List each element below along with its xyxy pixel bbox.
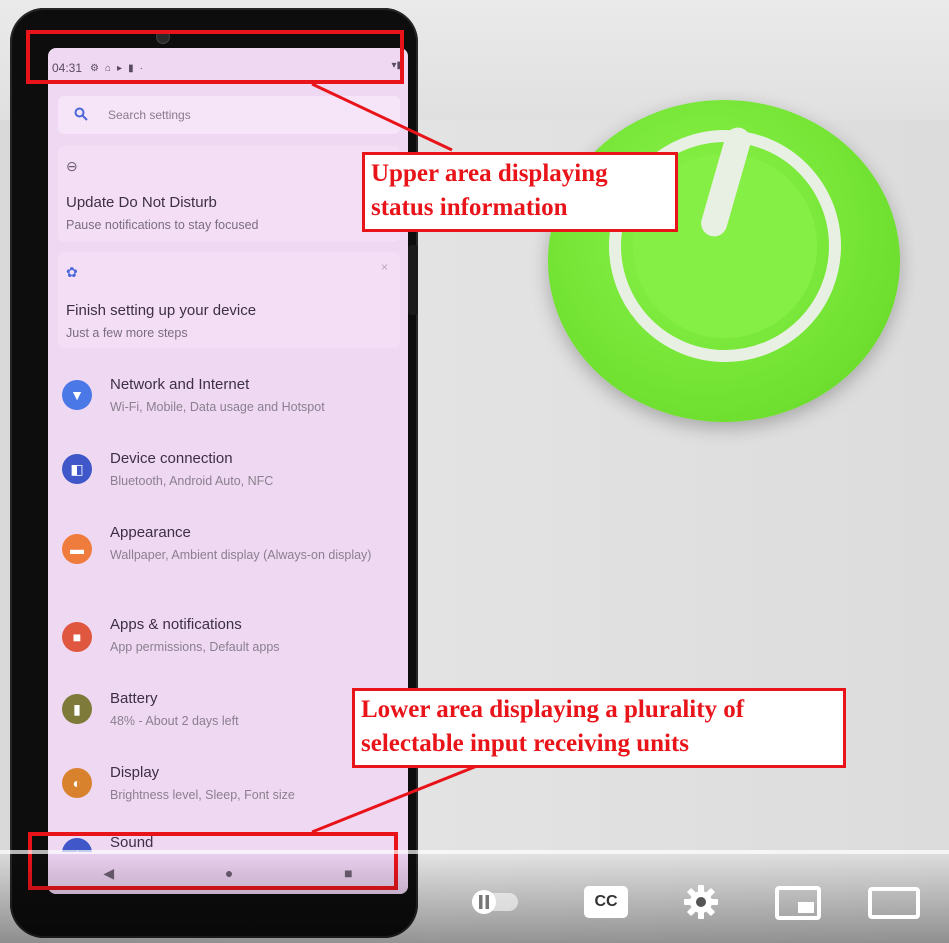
- theater-icon: [868, 887, 920, 919]
- miniplayer-button[interactable]: [772, 884, 824, 922]
- cc-button[interactable]: CC: [580, 884, 632, 920]
- upper-area-label: Upper area displaying status information: [362, 152, 678, 232]
- upper-label-line1: Upper area displaying: [371, 160, 608, 187]
- video-controls: CC: [0, 854, 949, 943]
- upper-label-line2: status information: [371, 194, 568, 221]
- theater-mode-button[interactable]: [866, 884, 922, 922]
- lower-label-line1: Lower area displaying a plurality of: [361, 696, 745, 723]
- lower-label-line2: selectable input receiving units: [361, 730, 690, 757]
- miniplayer-icon: [775, 886, 821, 920]
- callout-lines: [311, 82, 493, 834]
- autoplay-toggle[interactable]: [466, 886, 524, 918]
- cc-icon: CC: [584, 886, 628, 918]
- gear-icon: [684, 885, 718, 919]
- settings-button[interactable]: [678, 882, 724, 922]
- lower-area-label: Lower area displaying a plurality of sel…: [352, 688, 846, 768]
